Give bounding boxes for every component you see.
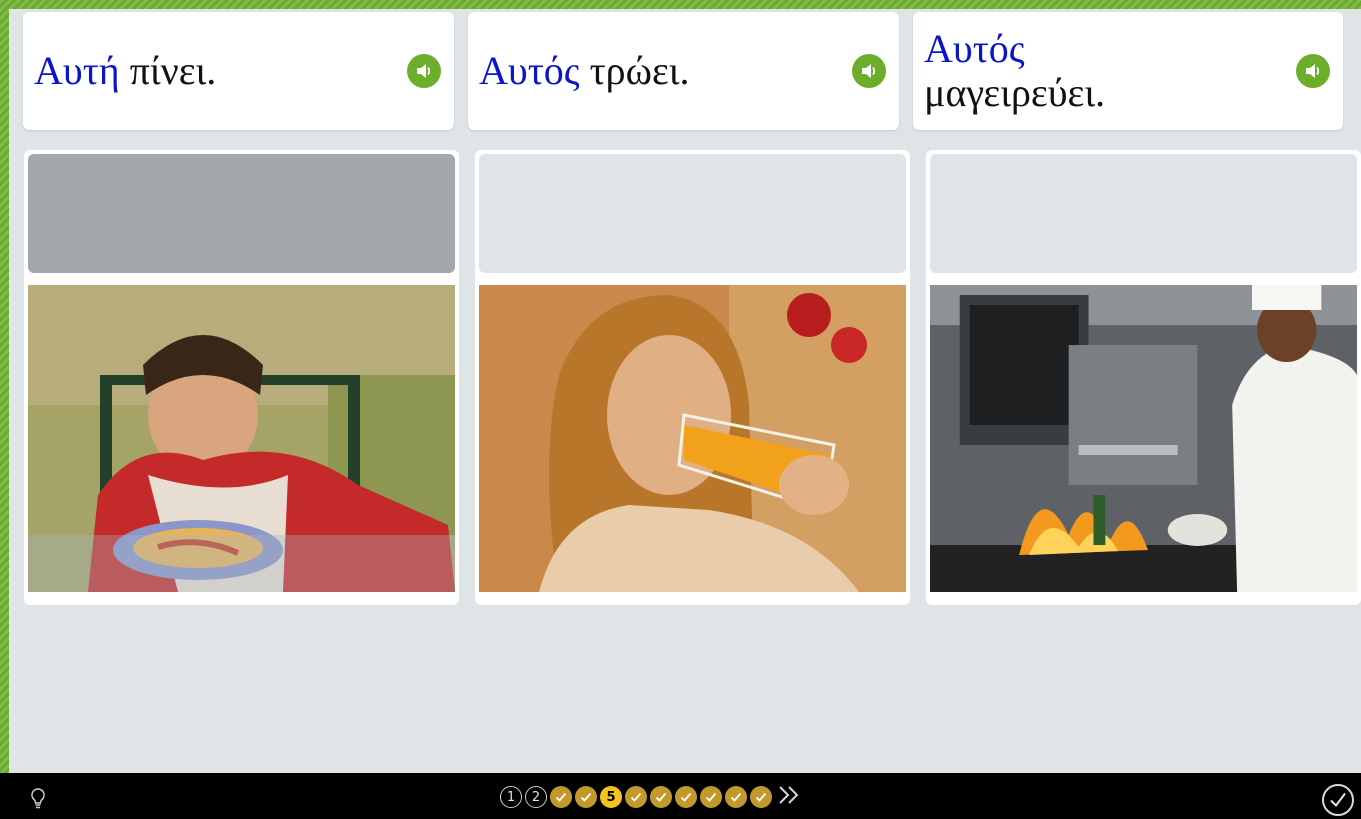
- prompt-rest-1: πίνει.: [119, 48, 217, 93]
- progress-step-2[interactable]: 2: [525, 786, 547, 808]
- prompt-highlight-1: Αυτή: [34, 48, 120, 93]
- progress-step-5-current[interactable]: 5: [600, 786, 622, 808]
- speaker-icon[interactable]: [1296, 54, 1330, 88]
- progress-step-9-done[interactable]: [700, 786, 722, 808]
- prompt-rest-2: τρώει.: [579, 48, 690, 93]
- prompt-card-3[interactable]: Αυτός μαγειρεύει.: [913, 12, 1343, 130]
- progress-step-6-done[interactable]: [625, 786, 647, 808]
- progress-step-11-done[interactable]: [750, 786, 772, 808]
- drop-slot-3[interactable]: [930, 154, 1357, 273]
- lesson-stage: Αυτή πίνει. Αυτός τρώει. Αυτός μαγειρεύε…: [9, 9, 1361, 773]
- drop-slot-1[interactable]: [28, 154, 455, 273]
- answer-card-3[interactable]: [926, 150, 1361, 605]
- answer-card-1[interactable]: [24, 150, 459, 605]
- bottom-toolbar: 1 2 5: [0, 773, 1361, 819]
- progress-step-1[interactable]: 1: [500, 786, 522, 808]
- prompt-rest-3: μαγειρεύει.: [924, 70, 1106, 115]
- speaker-icon[interactable]: [407, 54, 441, 88]
- chef-cooking-photo[interactable]: [930, 285, 1357, 592]
- progress-step-8-done[interactable]: [675, 786, 697, 808]
- progress-step-10-done[interactable]: [725, 786, 747, 808]
- prompt-text-3: Αυτός μαγειρεύει.: [924, 27, 1184, 115]
- progress-step-4-done[interactable]: [575, 786, 597, 808]
- prompt-highlight-3: Αυτός: [924, 26, 1025, 71]
- woman-drinking-juice-photo[interactable]: [479, 285, 906, 592]
- speaker-icon[interactable]: [852, 54, 886, 88]
- progress-steps: 1 2 5: [500, 785, 803, 809]
- lightbulb-icon[interactable]: [30, 788, 46, 815]
- checkmark-icon[interactable]: [1322, 784, 1354, 816]
- boy-eating-spaghetti-photo[interactable]: [28, 285, 455, 592]
- prompt-card-2[interactable]: Αυτός τρώει.: [468, 12, 899, 130]
- progress-step-3-done[interactable]: [550, 786, 572, 808]
- progress-step-7-done[interactable]: [650, 786, 672, 808]
- answer-card-2[interactable]: [475, 150, 910, 605]
- prompt-text-1: Αυτή πίνει.: [34, 49, 216, 93]
- prompt-highlight-2: Αυτός: [479, 48, 580, 93]
- drop-slot-2[interactable]: [479, 154, 906, 273]
- prompt-card-1[interactable]: Αυτή πίνει.: [23, 12, 454, 130]
- prompt-text-2: Αυτός τρώει.: [479, 49, 690, 93]
- double-chevron-right-icon[interactable]: [777, 784, 803, 811]
